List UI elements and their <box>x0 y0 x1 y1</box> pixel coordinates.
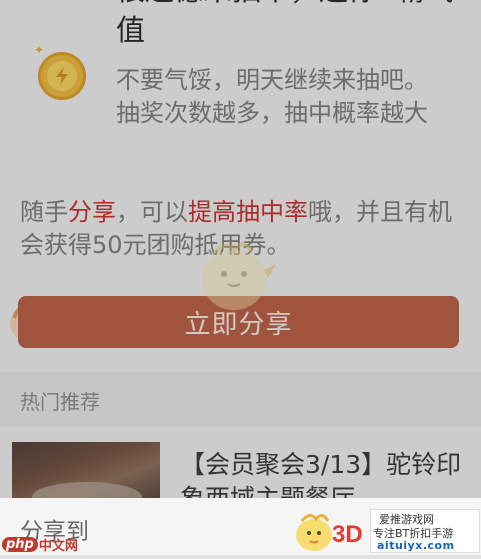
share-highlight: 分享 <box>68 198 116 226</box>
share-hint-part: 随手 <box>20 198 68 226</box>
prize-description: 不要气馁，明天继续来抽吧。抽奖次数越多，抽中概率越大 <box>116 66 428 127</box>
site-url: aituiyx.com <box>377 539 455 552</box>
rate-highlight: 提高抽中率 <box>188 198 308 226</box>
share-hint-part: ，可以 <box>116 198 188 226</box>
section-title: 热门推荐 <box>20 390 100 414</box>
site-watermark-logo: 3D 爱推游戏网 专注BT折扣手游 aituiyx.com <box>290 507 481 555</box>
prize-result-card: ✦ 很遗憾未抽中，送你2霸气值 不要气馁，明天继续来抽吧。抽奖次数越多，抽中概率… <box>0 0 481 180</box>
php-logo-text: php <box>2 536 38 552</box>
prize-title: 很遗憾未抽中，送你2霸气值 <box>116 0 453 47</box>
sparkle-icon: ✦ <box>34 43 45 57</box>
lightning-coin-icon: ✦ <box>28 42 92 106</box>
php-logo-cn: 中文网 <box>38 538 78 554</box>
php-watermark-logo: php 中文网 <box>2 534 78 554</box>
lottery-result-page: ✦ 很遗憾未抽中，送你2霸气值 不要气馁，明天继续来抽吧。抽奖次数越多，抽中概率… <box>0 0 481 555</box>
site-brand-3d: 3D <box>332 521 363 548</box>
recommend-list-item[interactable]: 【会员聚会3/13】驼铃印象西域主题餐厅 <box>0 428 481 513</box>
chick-logo-icon <box>290 507 338 555</box>
site-text-box: 爱推游戏网 专注BT折扣手游 aituiyx.com <box>370 509 480 553</box>
recommend-section-header: 热门推荐 <box>0 372 481 427</box>
mascot-watermark-icon <box>190 234 278 318</box>
